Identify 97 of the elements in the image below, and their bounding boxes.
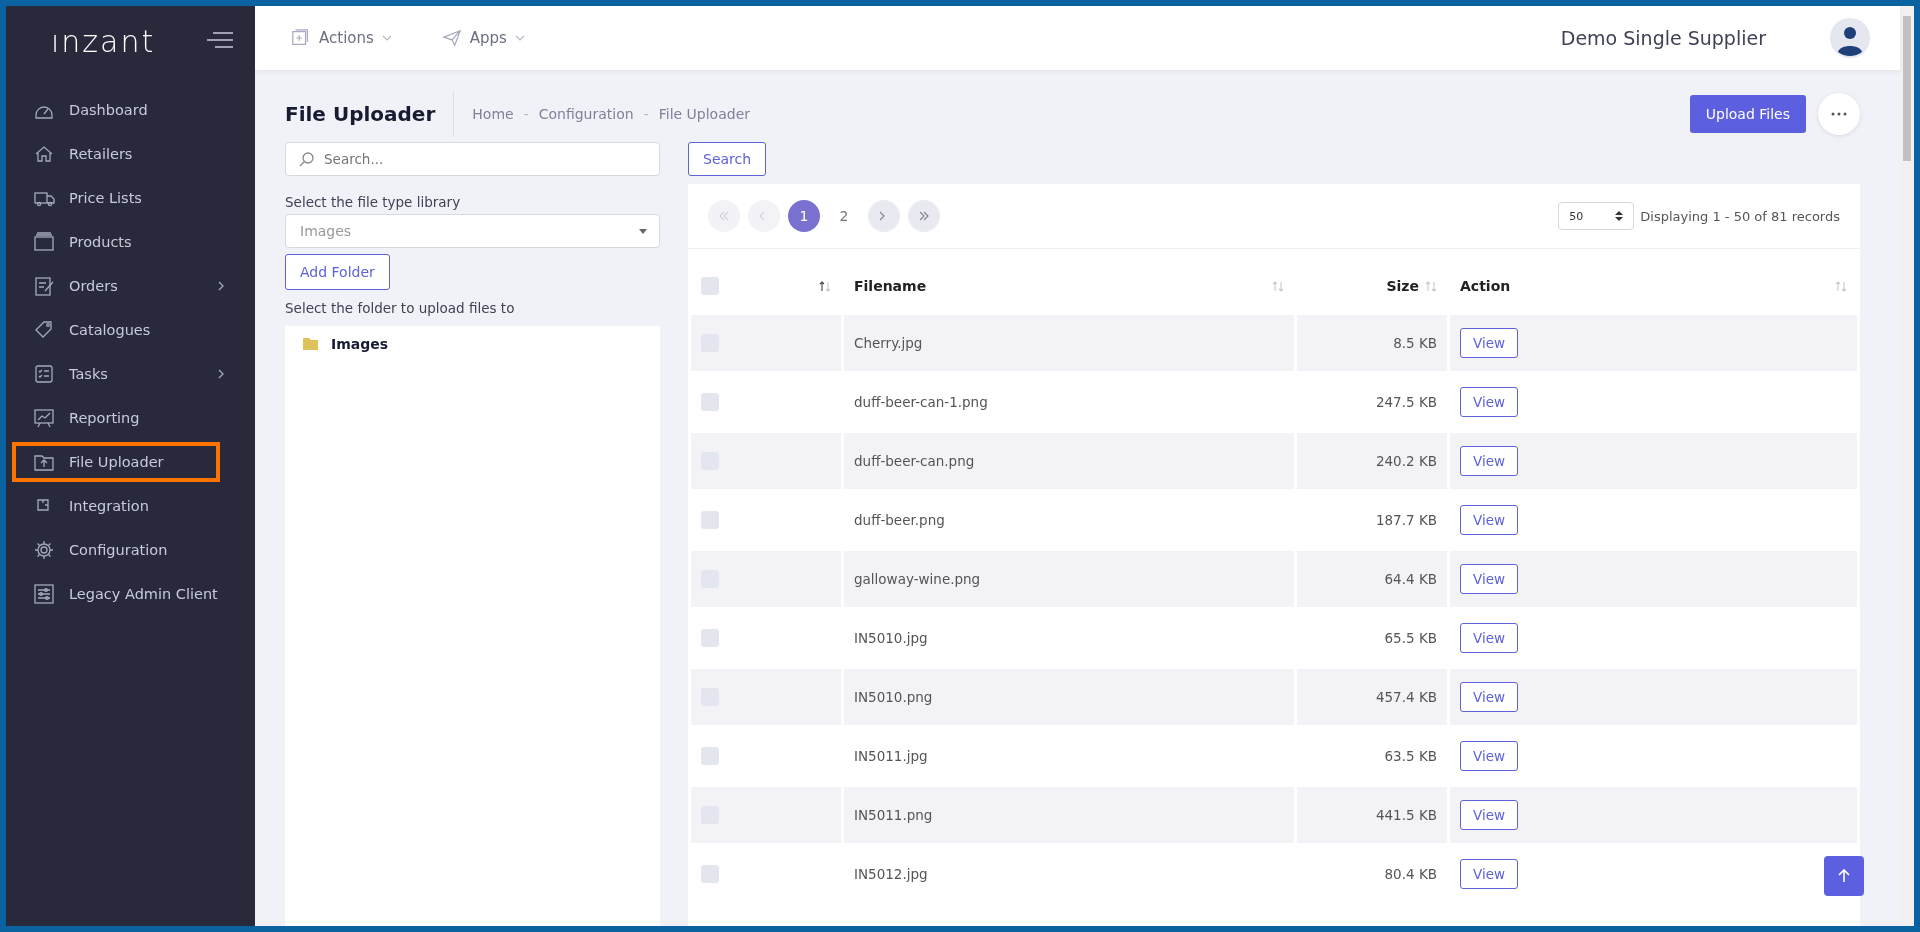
note-icon xyxy=(33,275,55,297)
library-dropdown[interactable]: Images xyxy=(285,214,660,248)
view-button[interactable]: View xyxy=(1460,505,1519,535)
search-icon xyxy=(299,152,314,167)
breadcrumb-separator: - xyxy=(523,106,529,122)
breadcrumb-link[interactable]: File Uploader xyxy=(658,106,751,122)
add-folder-button[interactable]: Add Folder xyxy=(285,254,390,290)
chevron-down-icon xyxy=(514,34,525,42)
view-button[interactable]: View xyxy=(1460,387,1519,417)
filename-cell: IN5011.jpg xyxy=(854,748,928,764)
sidebar-item[interactable]: File Uploader xyxy=(12,442,220,482)
sliders-icon xyxy=(33,583,55,605)
filename-cell: duff-beer-can.png xyxy=(854,453,975,469)
size-cell: 441.5 KB xyxy=(1375,807,1437,823)
sidebar-item[interactable]: Orders xyxy=(12,266,249,306)
double-chevron-right-icon xyxy=(918,211,930,221)
field-label: Select the folder to upload files to xyxy=(285,300,516,316)
view-button[interactable]: View xyxy=(1460,564,1519,594)
page-button[interactable]: 2 xyxy=(828,200,860,232)
folder-item[interactable]: Images xyxy=(331,336,389,352)
checklist-icon xyxy=(33,363,55,385)
sidebar-item[interactable]: Configuration xyxy=(12,530,249,570)
scrollbar-thumb[interactable] xyxy=(1903,16,1911,161)
filename-cell: IN5011.png xyxy=(854,807,933,823)
row-checkbox[interactable] xyxy=(701,511,719,529)
user-name: Demo Single Supplier xyxy=(1560,27,1766,49)
size-cell: 457.4 KB xyxy=(1375,689,1437,705)
size-cell: 65.5 KB xyxy=(1384,630,1437,646)
column-header[interactable]: Filename xyxy=(854,278,1266,294)
up-down-caret-icon xyxy=(1615,211,1624,221)
top-menu[interactable]: Actions xyxy=(285,27,398,49)
column-header[interactable]: Size xyxy=(1307,278,1419,294)
view-button[interactable]: View xyxy=(1460,328,1519,358)
box-icon xyxy=(33,231,55,253)
breadcrumb-link[interactable]: Home xyxy=(472,106,514,122)
upload-files-button[interactable]: Upload Files xyxy=(1689,95,1806,133)
records-summary: Displaying 1 - 50 of 81 records xyxy=(1640,208,1840,224)
plus-square-icon xyxy=(291,28,311,48)
row-checkbox[interactable] xyxy=(701,747,719,765)
chevron-right-button[interactable] xyxy=(868,200,900,232)
filename-cell: IN5010.png xyxy=(854,689,933,705)
paper-plane-icon xyxy=(441,28,462,48)
chevron-down-icon xyxy=(381,34,392,42)
page-title: File Uploader xyxy=(285,91,455,137)
breadcrumb-separator: - xyxy=(643,106,649,122)
page-button[interactable]: 1 xyxy=(788,200,820,232)
top-menu[interactable]: Apps xyxy=(435,27,531,49)
row-checkbox[interactable] xyxy=(701,393,719,411)
select-all-checkbox[interactable] xyxy=(701,277,719,295)
filename-cell: IN5010.jpg xyxy=(854,630,928,646)
avatar-silhouette[interactable] xyxy=(1830,18,1870,58)
arrow-up-icon xyxy=(1837,868,1851,884)
size-cell: 80.4 KB xyxy=(1384,866,1437,882)
sidebar-item[interactable]: Reporting xyxy=(12,398,249,438)
row-checkbox[interactable] xyxy=(701,629,719,647)
size-cell: 240.2 KB xyxy=(1375,453,1437,469)
row-checkbox[interactable] xyxy=(701,865,719,883)
sidebar-item[interactable]: Integration xyxy=(12,486,249,526)
sidebar-item[interactable]: Legacy Admin Client xyxy=(12,574,249,614)
sidebar-item[interactable]: Products xyxy=(12,222,249,262)
folder-icon xyxy=(303,337,319,351)
scroll-to-top-button[interactable] xyxy=(1824,856,1864,896)
sidebar-item[interactable]: Retailers xyxy=(12,134,249,174)
size-cell: 63.5 KB xyxy=(1384,748,1437,764)
size-cell: 187.7 KB xyxy=(1375,512,1437,528)
chart-icon xyxy=(33,407,55,429)
size-cell: 64.4 KB xyxy=(1384,571,1437,587)
sidebar-item[interactable]: Dashboard xyxy=(12,90,249,130)
search-field[interactable]: Search... xyxy=(285,142,660,176)
view-button[interactable]: View xyxy=(1460,682,1519,712)
sidebar-item[interactable]: Catalogues xyxy=(12,310,249,350)
double-chevron-left-icon xyxy=(718,211,730,221)
filename-cell: Cherry.jpg xyxy=(854,335,923,351)
filename-cell: IN5012.jpg xyxy=(854,866,928,882)
field-label: Select the file type library xyxy=(285,194,462,210)
size-cell: 8.5 KB xyxy=(1393,335,1437,351)
page-size-select[interactable]: 50 xyxy=(1558,202,1635,230)
breadcrumb-link[interactable]: Configuration xyxy=(538,106,634,122)
caret-icon xyxy=(639,228,647,234)
column-header[interactable]: Action xyxy=(1460,278,1829,294)
view-button[interactable]: View xyxy=(1460,446,1519,476)
more-options-button[interactable] xyxy=(1818,93,1860,135)
view-button[interactable]: View xyxy=(1460,741,1519,771)
view-button[interactable]: View xyxy=(1460,859,1519,889)
sidebar-item[interactable]: Tasks xyxy=(12,354,249,394)
double-chevron-right-button[interactable] xyxy=(908,200,940,232)
size-cell: 247.5 KB xyxy=(1375,394,1437,410)
filename-cell: duff-beer.png xyxy=(854,512,945,528)
sidebar-item[interactable]: Price Lists xyxy=(12,178,249,218)
brand-logo: ınzant xyxy=(51,23,156,59)
filename-cell: galloway-wine.png xyxy=(854,571,981,587)
view-button[interactable]: View xyxy=(1460,800,1519,830)
more-dots-icon xyxy=(1831,112,1847,116)
settings-icon xyxy=(33,539,55,561)
filename-cell: duff-beer-can-1.png xyxy=(854,394,988,410)
view-button[interactable]: View xyxy=(1460,623,1519,653)
search-button[interactable]: Search xyxy=(688,142,767,176)
